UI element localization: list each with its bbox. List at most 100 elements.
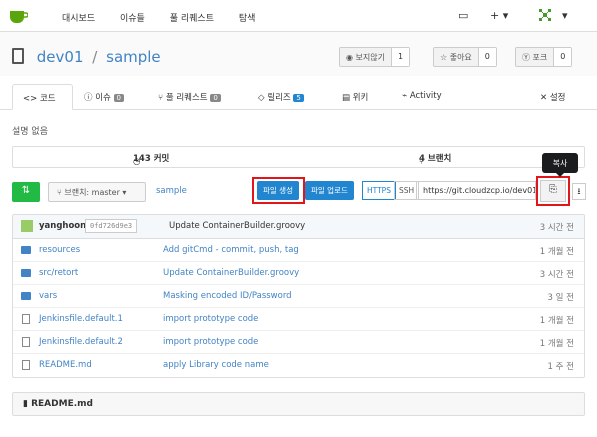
compare-button[interactable]: ⇅ bbox=[12, 182, 40, 202]
file-name[interactable]: src/retort bbox=[39, 268, 78, 278]
nav-issues[interactable]: 이슈들 bbox=[120, 14, 145, 24]
create-menu-button[interactable]: + ▾ bbox=[490, 9, 508, 22]
table-row[interactable]: src/retort Update ContainerBuilder.groov… bbox=[13, 262, 584, 285]
file-commit-message[interactable]: apply Library code name bbox=[163, 360, 269, 370]
repo-name-link[interactable]: sample bbox=[106, 48, 161, 66]
commit-author[interactable]: yanghoon bbox=[39, 221, 86, 231]
folder-icon bbox=[21, 292, 31, 300]
upload-file-button[interactable]: 파일 업로드 bbox=[305, 181, 354, 200]
history-icon: ◷ bbox=[133, 157, 141, 167]
user-avatar[interactable] bbox=[537, 7, 553, 23]
folder-icon bbox=[21, 269, 31, 277]
breadcrumb-path[interactable]: sample bbox=[156, 186, 187, 196]
file-name[interactable]: vars bbox=[39, 291, 57, 301]
repo-header: dev01 / sample bbox=[0, 32, 597, 76]
file-commit-message[interactable]: Add gitCmd - commit, push, tag bbox=[163, 245, 299, 255]
table-row[interactable]: resources Add gitCmd - commit, push, tag… bbox=[13, 239, 584, 262]
file-name[interactable]: resources bbox=[39, 245, 80, 255]
file-icon bbox=[22, 360, 30, 370]
table-row[interactable]: Jenkinsfile.default.2 import prototype c… bbox=[13, 331, 584, 354]
repo-separator: / bbox=[92, 48, 98, 66]
fork-button[interactable]: Ⓨ 포크 0 bbox=[515, 47, 573, 67]
download-icon: ⭳ bbox=[577, 187, 581, 197]
watch-button[interactable]: ◉ 보지않기 1 bbox=[339, 47, 411, 67]
tab-pull-requests[interactable]: ⑂ 풀 리퀘스트 0 bbox=[158, 84, 221, 110]
repo-owner-link[interactable]: dev01 bbox=[37, 48, 84, 66]
file-name[interactable]: Jenkinsfile.default.1 bbox=[39, 314, 123, 324]
repo-tabs: <> 코드 ⓘ 이슈 0 ⑂ 풀 리퀘스트 0 ◇ 릴리즈 5 ▤ 위키 ⌁ A… bbox=[0, 84, 597, 110]
file-name[interactable]: README.md bbox=[39, 360, 92, 370]
commit-message[interactable]: Update ContainerBuilder.groovy bbox=[169, 221, 305, 231]
branch-selector[interactable]: ⑂ 브랜치: master ▾ bbox=[48, 182, 146, 202]
nav-explore[interactable]: 탐색 bbox=[239, 14, 256, 24]
commits-link[interactable]: ◷ 143 커밋 bbox=[133, 152, 169, 167]
tab-issues-label: ⓘ 이슈 bbox=[84, 93, 111, 103]
readme-header: ▮ README.md bbox=[12, 392, 585, 416]
branch-selector-label: 브랜치: master ▾ bbox=[64, 188, 127, 197]
highlight-box-new-file bbox=[252, 177, 305, 204]
issues-count-badge: 0 bbox=[113, 94, 125, 102]
file-age: 3 일 전 bbox=[547, 293, 574, 303]
table-row[interactable]: Jenkinsfile.default.1 import prototype c… bbox=[13, 308, 584, 331]
file-icon bbox=[22, 337, 30, 347]
star-label: ☆ 좋아요 bbox=[434, 48, 479, 66]
commit-age: 3 시간 전 bbox=[539, 223, 574, 233]
inbox-icon[interactable]: ▭ bbox=[458, 9, 468, 22]
branch-icon: ⑂ bbox=[419, 157, 425, 167]
tab-settings[interactable]: ✕ 설정 bbox=[540, 84, 565, 110]
book-icon bbox=[12, 48, 24, 64]
tag-icon: ◇ bbox=[258, 93, 268, 103]
nav-dashboard[interactable]: 대시보드 bbox=[62, 14, 95, 24]
file-icon bbox=[22, 314, 30, 324]
tools-icon: ✕ bbox=[540, 93, 550, 103]
pr-count-badge: 0 bbox=[210, 94, 221, 102]
folder-icon bbox=[21, 246, 31, 254]
star-count[interactable]: 0 bbox=[478, 48, 496, 66]
chevron-down-icon[interactable]: ▾ bbox=[562, 9, 568, 22]
tab-releases[interactable]: ◇ 릴리즈 5 bbox=[258, 84, 304, 110]
copy-tooltip: 복사 bbox=[542, 153, 578, 177]
gitea-logo-icon[interactable] bbox=[8, 7, 28, 25]
releases-count-badge: 5 bbox=[293, 94, 304, 102]
https-toggle[interactable]: HTTPS bbox=[362, 181, 396, 200]
tab-wiki-label: 위키 bbox=[352, 93, 369, 103]
tab-activity-label: Activity bbox=[409, 91, 442, 101]
tab-issues[interactable]: ⓘ 이슈 0 bbox=[84, 84, 125, 110]
file-name[interactable]: Jenkinsfile.default.2 bbox=[39, 337, 123, 347]
pulse-icon: ⌁ bbox=[402, 91, 410, 101]
tab-wiki[interactable]: ▤ 위키 bbox=[342, 84, 368, 110]
file-age: 1 개월 전 bbox=[539, 339, 574, 349]
fork-count[interactable]: 0 bbox=[554, 48, 572, 66]
highlight-box-copy bbox=[536, 176, 570, 206]
table-row[interactable]: vars Masking encoded ID/Password 3 일 전 bbox=[13, 285, 584, 308]
table-row[interactable]: README.md apply Library code name 1 주 전 bbox=[13, 354, 584, 377]
file-commit-message[interactable]: Masking encoded ID/Password bbox=[163, 291, 292, 301]
wiki-icon: ▤ bbox=[342, 93, 353, 103]
pr-icon: ⑂ bbox=[158, 93, 166, 103]
book-icon: ▮ bbox=[23, 399, 32, 409]
top-navbar: 대시보드 이슈들 풀 리퀘스트 탐색 ▭ + ▾ ▾ bbox=[0, 0, 597, 32]
compare-icon: ⇅ bbox=[21, 185, 31, 196]
tab-pr-label: 풀 리퀘스트 bbox=[165, 93, 208, 103]
fork-label: Ⓨ 포크 bbox=[516, 48, 555, 66]
file-table: yanghoon 0fd726d9e3 Update ContainerBuil… bbox=[12, 214, 585, 378]
file-age: 1 개월 전 bbox=[539, 247, 574, 257]
branches-link[interactable]: ⑂ 4 브랜치 bbox=[419, 152, 451, 167]
file-age: 1 개월 전 bbox=[539, 316, 574, 326]
file-commit-message[interactable]: import prototype code bbox=[163, 314, 258, 324]
readme-title: README.md bbox=[31, 399, 93, 409]
file-age: 1 주 전 bbox=[547, 362, 574, 372]
download-button[interactable]: ⭳ bbox=[572, 183, 586, 200]
watch-label: ◉ 보지않기 bbox=[340, 48, 392, 66]
repo-title: dev01 / sample bbox=[12, 48, 161, 66]
star-button[interactable]: ☆ 좋아요 0 bbox=[433, 47, 497, 67]
file-commit-message[interactable]: Update ContainerBuilder.groovy bbox=[163, 268, 299, 278]
file-commit-message[interactable]: import prototype code bbox=[163, 337, 258, 347]
nav-pull-requests[interactable]: 풀 리퀘스트 bbox=[170, 14, 214, 24]
tab-code[interactable]: <> 코드 bbox=[12, 84, 73, 110]
latest-commit-row: yanghoon 0fd726d9e3 Update ContainerBuil… bbox=[13, 215, 584, 239]
clone-url-input[interactable]: https://git.cloudzcp.io/dev01 bbox=[416, 181, 536, 200]
watch-count[interactable]: 1 bbox=[391, 48, 410, 66]
tab-activity[interactable]: ⌁ Activity bbox=[402, 84, 442, 110]
commit-sha-link[interactable]: 0fd726d9e3 bbox=[85, 219, 138, 233]
